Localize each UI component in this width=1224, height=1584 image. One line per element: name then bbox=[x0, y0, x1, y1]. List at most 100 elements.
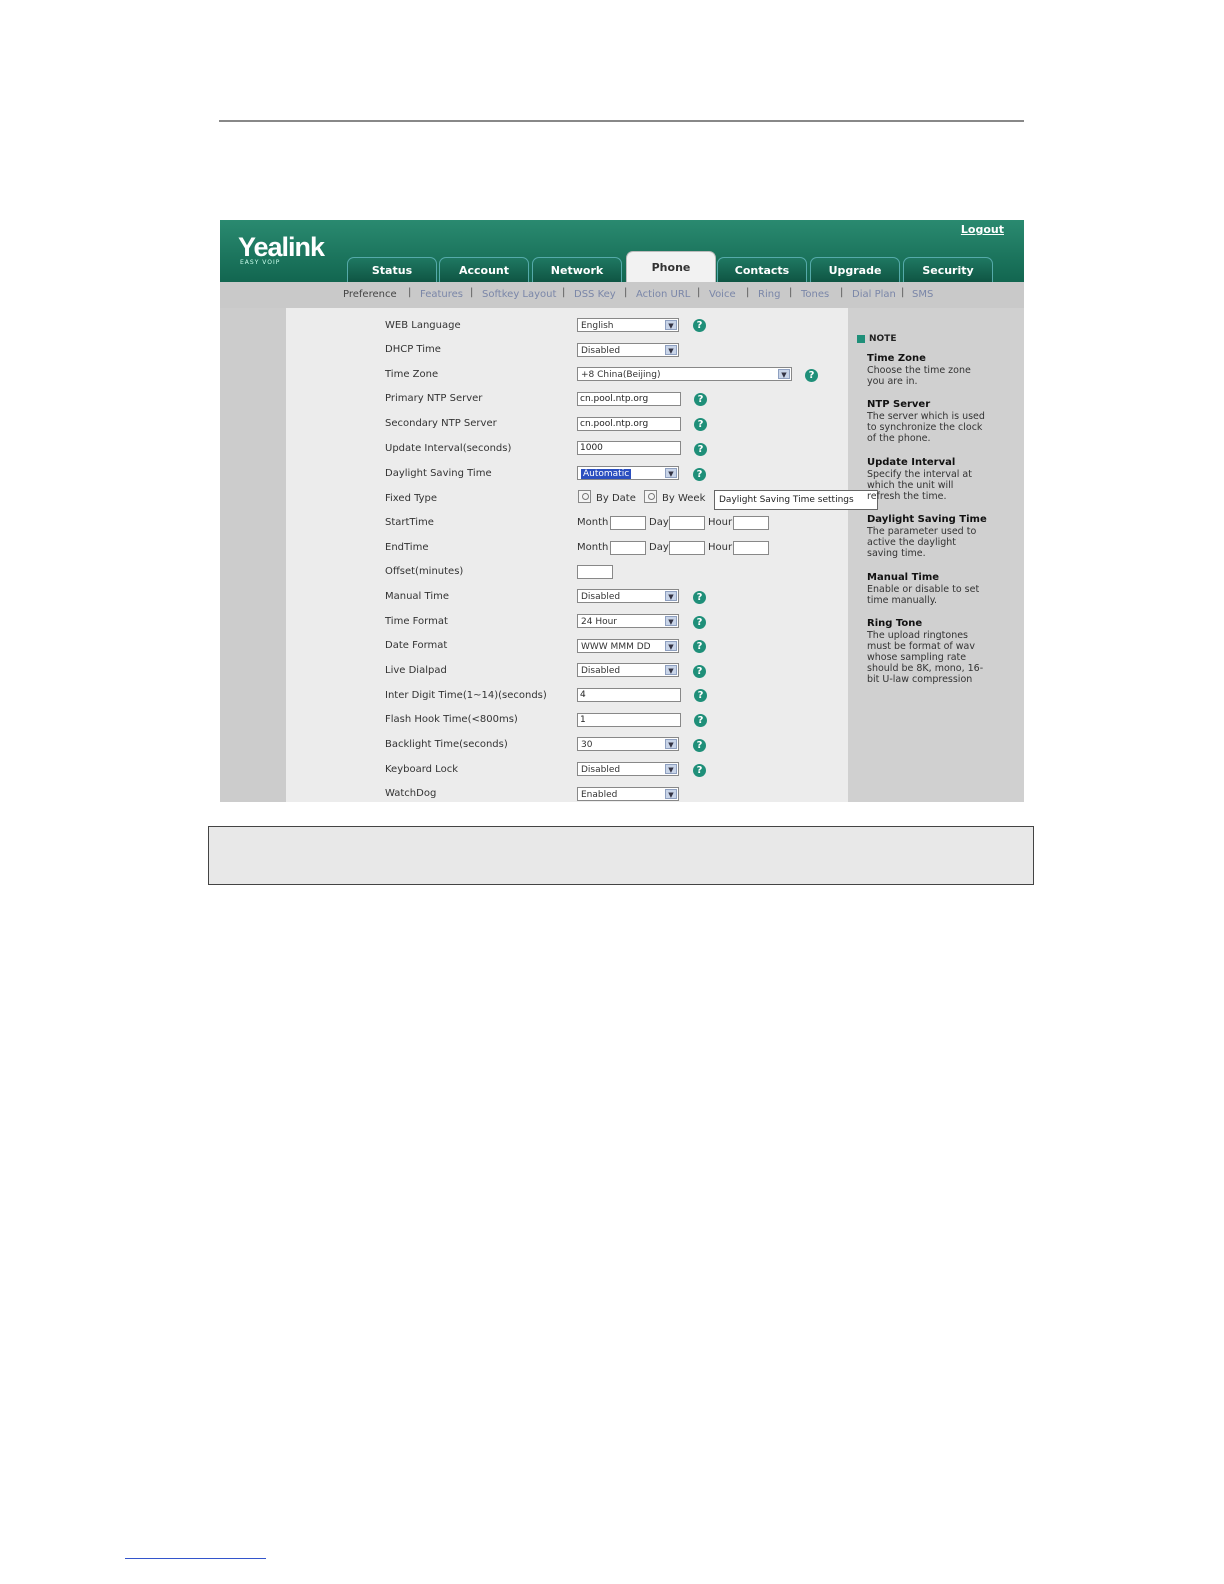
subnav-tones[interactable]: Tones bbox=[801, 289, 829, 300]
by-week-radio[interactable] bbox=[644, 490, 657, 503]
backlight-select[interactable]: 30 ▼ bbox=[577, 737, 679, 751]
note-title: Time Zone bbox=[867, 353, 926, 364]
subnav-action-url[interactable]: Action URL bbox=[636, 289, 690, 300]
question-mark-icon[interactable]: ? bbox=[694, 393, 707, 406]
date-format-select[interactable]: WWW MMM DD ▼ bbox=[577, 639, 679, 653]
flash-hook-label: Flash Hook Time(<800ms) bbox=[385, 714, 518, 725]
chevron-down-icon: ▼ bbox=[665, 641, 677, 651]
subnav-sms[interactable]: SMS bbox=[912, 289, 933, 300]
start-hour-input[interactable] bbox=[733, 516, 769, 530]
left-strip bbox=[220, 308, 286, 802]
manual-time-select[interactable]: Disabled ▼ bbox=[577, 589, 679, 603]
question-mark-icon[interactable]: ? bbox=[805, 369, 818, 382]
watchdog-select[interactable]: Enabled ▼ bbox=[577, 787, 679, 801]
offset-input[interactable] bbox=[577, 565, 613, 579]
inter-digit-input[interactable]: 4 bbox=[577, 688, 681, 702]
subnav-separator: | bbox=[901, 287, 905, 298]
question-mark-icon[interactable]: ? bbox=[693, 665, 706, 678]
date-format-value: WWW MMM DD bbox=[581, 642, 651, 652]
watchdog-value: Enabled bbox=[581, 790, 618, 800]
end-hour-input[interactable] bbox=[733, 541, 769, 555]
start-month-input[interactable] bbox=[610, 516, 646, 530]
secondary-ntp-input[interactable]: cn.pool.ntp.org bbox=[577, 417, 681, 431]
question-mark-icon[interactable]: ? bbox=[693, 640, 706, 653]
tab-contacts[interactable]: Contacts bbox=[717, 257, 807, 282]
update-interval-label: Update Interval(seconds) bbox=[385, 443, 512, 454]
subnav-separator: | bbox=[624, 287, 628, 298]
note-text: The upload ringtones must be format of w… bbox=[867, 630, 984, 685]
subnav-voice[interactable]: Voice bbox=[709, 289, 736, 300]
chevron-down-icon: ▼ bbox=[665, 739, 677, 749]
note-text: Choose the time zone you are in. bbox=[867, 365, 971, 387]
question-mark-icon[interactable]: ? bbox=[693, 764, 706, 777]
subnav-dial-plan[interactable]: Dial Plan bbox=[852, 289, 896, 300]
chevron-down-icon: ▼ bbox=[778, 369, 790, 379]
note-text: The server which is used to synchronize … bbox=[867, 411, 985, 444]
logout-link[interactable]: Logout bbox=[961, 223, 1004, 236]
flash-hook-input[interactable]: 1 bbox=[577, 713, 681, 727]
manual-time-label: Manual Time bbox=[385, 591, 449, 602]
subnav-dss-key[interactable]: DSS Key bbox=[574, 289, 616, 300]
sub-navigation: Preference | Features | Softkey Layout |… bbox=[220, 282, 1024, 308]
end-time-label: EndTime bbox=[385, 542, 429, 553]
note-title: Daylight Saving Time bbox=[867, 514, 987, 525]
yealink-web-ui: Yealink EASY VOIP Logout Status Account … bbox=[220, 220, 1024, 802]
tab-security[interactable]: Security bbox=[903, 257, 993, 282]
question-mark-icon[interactable]: ? bbox=[694, 689, 707, 702]
chevron-down-icon: ▼ bbox=[665, 468, 677, 478]
note-text: The parameter used to active the dayligh… bbox=[867, 526, 977, 559]
tab-upgrade[interactable]: Upgrade bbox=[810, 257, 900, 282]
end-day-label: Day bbox=[649, 542, 669, 553]
note-title: Manual Time bbox=[867, 572, 940, 583]
note-header-text: NOTE bbox=[869, 334, 897, 344]
live-dialpad-select[interactable]: Disabled ▼ bbox=[577, 663, 679, 677]
keyboard-lock-label: Keyboard Lock bbox=[385, 764, 458, 775]
web-language-select[interactable]: English ▼ bbox=[577, 318, 679, 332]
note-icon bbox=[857, 334, 865, 343]
by-date-radio[interactable] bbox=[578, 490, 591, 503]
by-week-label: By Week bbox=[662, 493, 706, 504]
end-day-input[interactable] bbox=[669, 541, 705, 555]
primary-ntp-input[interactable]: cn.pool.ntp.org bbox=[577, 392, 681, 406]
chevron-down-icon: ▼ bbox=[665, 320, 677, 330]
subnav-separator: | bbox=[697, 287, 701, 298]
time-format-select[interactable]: 24 Hour ▼ bbox=[577, 614, 679, 628]
question-mark-icon[interactable]: ? bbox=[693, 591, 706, 604]
note-title: Update Interval bbox=[867, 457, 956, 468]
update-interval-input[interactable]: 1000 bbox=[577, 441, 681, 455]
subnav-ring[interactable]: Ring bbox=[758, 289, 780, 300]
caption-box bbox=[208, 826, 1034, 885]
fixed-type-label: Fixed Type bbox=[385, 493, 438, 504]
tab-network[interactable]: Network bbox=[532, 257, 622, 282]
start-day-input[interactable] bbox=[669, 516, 705, 530]
tab-phone[interactable]: Phone bbox=[626, 251, 716, 282]
question-mark-icon[interactable]: ? bbox=[694, 418, 707, 431]
subnav-preference[interactable]: Preference bbox=[343, 289, 397, 300]
footer-link-rule bbox=[125, 1558, 266, 1559]
subnav-features[interactable]: Features bbox=[420, 289, 463, 300]
chevron-down-icon: ▼ bbox=[665, 616, 677, 626]
dhcp-time-label: DHCP Time bbox=[385, 344, 441, 355]
question-mark-icon[interactable]: ? bbox=[693, 468, 706, 481]
question-mark-icon[interactable]: ? bbox=[693, 739, 706, 752]
tab-account[interactable]: Account bbox=[439, 257, 529, 282]
logo-tagline: EASY VOIP bbox=[240, 259, 281, 266]
chevron-down-icon: ▼ bbox=[665, 789, 677, 799]
subnav-separator: | bbox=[746, 287, 750, 298]
subnav-separator: | bbox=[408, 287, 412, 298]
note-text: Enable or disable to set time manually. bbox=[867, 584, 980, 606]
question-mark-icon[interactable]: ? bbox=[694, 443, 707, 456]
time-zone-select[interactable]: +8 China(Beijing) ▼ bbox=[577, 367, 792, 381]
subnav-softkey-layout[interactable]: Softkey Layout bbox=[482, 289, 556, 300]
dhcp-time-select[interactable]: Disabled ▼ bbox=[577, 343, 679, 357]
keyboard-lock-select[interactable]: Disabled ▼ bbox=[577, 762, 679, 776]
note-text: Specify the interval at which the unit w… bbox=[867, 469, 972, 502]
daylight-saving-value: Automatic bbox=[581, 469, 632, 479]
daylight-saving-select[interactable]: Automatic ▼ bbox=[577, 466, 679, 480]
daylight-saving-tooltip: Daylight Saving Time settings bbox=[714, 490, 878, 510]
question-mark-icon[interactable]: ? bbox=[694, 714, 707, 727]
end-month-input[interactable] bbox=[610, 541, 646, 555]
question-mark-icon[interactable]: ? bbox=[693, 319, 706, 332]
tab-status[interactable]: Status bbox=[347, 257, 437, 282]
question-mark-icon[interactable]: ? bbox=[693, 616, 706, 629]
